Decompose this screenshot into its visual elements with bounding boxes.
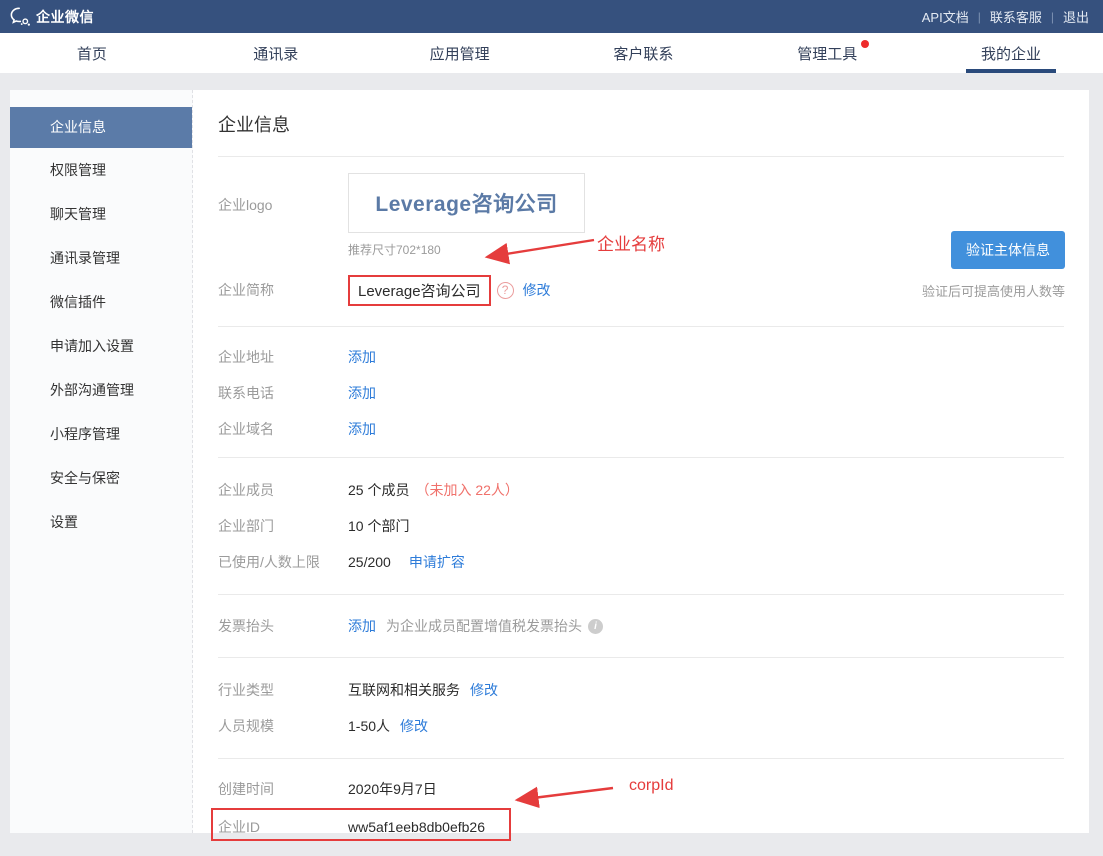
sidebar-item-settings[interactable]: 设置: [10, 500, 192, 544]
corpid-value: ww5af1eeb8db0efb26: [348, 819, 486, 835]
request-expansion-link[interactable]: 申请扩容: [409, 552, 465, 572]
field-label: 已使用/人数上限: [218, 554, 320, 570]
tab-label: 客户联系: [613, 45, 674, 63]
add-address-link[interactable]: 添加: [348, 347, 376, 367]
field-label: 行业类型: [218, 682, 274, 698]
field-label: 联系电话: [218, 385, 274, 401]
tab-label: 通讯录: [253, 45, 299, 63]
sidebar-item-chat-management[interactable]: 聊天管理: [10, 192, 192, 236]
corpid-row: 企业ID ww5af1eeb8db0efb26: [211, 808, 1064, 845]
not-joined-note: （未加入 22人）: [415, 482, 519, 498]
sidebar-item-company-info[interactable]: 企业信息: [10, 107, 192, 148]
section-members: 企业成员 25 个成员 （未加入 22人） 企业部门 10 个部门 已使用/人数…: [218, 458, 1064, 595]
main-panel: 企业信息 验证主体信息 验证后可提高使用人数等 企业logo Leverage咨…: [193, 90, 1089, 841]
field-label: 企业成员: [218, 482, 274, 498]
departments-count: 10 个部门: [348, 518, 410, 534]
add-domain-link[interactable]: 添加: [348, 419, 376, 439]
tab-contacts[interactable]: 通讯录: [184, 33, 368, 73]
field-label: 企业域名: [218, 421, 274, 437]
industry-row: 行业类型 互联网和相关服务 修改: [218, 672, 1064, 708]
sidebar-item-external-communication[interactable]: 外部沟通管理: [10, 368, 192, 412]
edit-shortname-link[interactable]: 修改: [523, 280, 551, 300]
verify-area: 验证主体信息 验证后可提高使用人数等: [922, 231, 1065, 300]
members-row: 企业成员 25 个成员 （未加入 22人）: [218, 472, 1064, 508]
edit-industry-link[interactable]: 修改: [470, 680, 498, 700]
sidebar: 企业信息 权限管理 聊天管理 通讯录管理 微信插件 申请加入设置 外部沟通管理 …: [10, 90, 193, 833]
tab-home[interactable]: 首页: [0, 33, 184, 73]
field-label: 人员规模: [218, 718, 274, 734]
sidebar-item-permissions[interactable]: 权限管理: [10, 148, 192, 192]
edit-scale-link[interactable]: 修改: [400, 716, 428, 736]
capacity-value: 25/200: [348, 554, 391, 570]
industry-value: 互联网和相关服务: [348, 682, 460, 698]
field-label: 创建时间: [218, 781, 274, 797]
sidebar-item-miniprogram[interactable]: 小程序管理: [10, 412, 192, 456]
page-title: 企业信息: [218, 104, 1064, 157]
contact-phone-row: 联系电话 添加: [218, 375, 1064, 411]
tab-label: 应用管理: [429, 45, 490, 63]
add-invoice-link[interactable]: 添加: [348, 616, 376, 636]
field-label: 企业ID: [218, 819, 260, 835]
departments-row: 企业部门 10 个部门: [218, 508, 1064, 544]
tab-label: 首页: [76, 45, 107, 63]
topbar-link-support[interactable]: 联系客服: [990, 7, 1042, 26]
company-address-row: 企业地址 添加: [218, 339, 1064, 375]
brand-label: 企业微信: [36, 8, 94, 25]
main-nav: 首页 通讯录 应用管理 客户联系 管理工具 我的企业: [0, 33, 1103, 73]
tab-admin-tools[interactable]: 管理工具: [735, 33, 919, 73]
logo-size-hint: 推荐尺寸702*180: [348, 243, 441, 257]
company-domain-row: 企业域名 添加: [218, 411, 1064, 447]
tab-label: 我的企业: [981, 45, 1042, 63]
separator: |: [977, 9, 981, 24]
members-count: 25 个成员: [348, 482, 410, 498]
field-label: 发票抬头: [218, 618, 274, 634]
topbar-links: API文档 | 联系客服 | 退出: [922, 7, 1089, 26]
tab-app-management[interactable]: 应用管理: [368, 33, 552, 73]
company-logo[interactable]: Leverage咨询公司: [348, 173, 585, 233]
scale-row: 人员规模 1-50人 修改: [218, 708, 1064, 744]
tab-my-company[interactable]: 我的企业: [919, 33, 1103, 73]
verify-hint: 验证后可提高使用人数等: [921, 284, 1065, 299]
section-invoice: 发票抬头 添加 为企业成员配置增值税发票抬头 i: [218, 595, 1064, 658]
sidebar-item-security[interactable]: 安全与保密: [10, 456, 192, 500]
created-time-row: 创建时间 2020年9月7日: [218, 771, 1064, 807]
tab-label: 管理工具: [797, 45, 858, 63]
info-icon[interactable]: i: [588, 618, 603, 634]
section-profile: 行业类型 互联网和相关服务 修改 人员规模 1-50人 修改: [218, 658, 1064, 759]
sidebar-item-contacts-management[interactable]: 通讯录管理: [10, 236, 192, 280]
topbar-link-logout[interactable]: 退出: [1063, 7, 1089, 26]
annotation-box-company-name: Leverage咨询公司: [348, 274, 491, 306]
scale-value: 1-50人: [348, 718, 391, 734]
red-dot-badge: [861, 40, 870, 48]
topbar-link-api-docs[interactable]: API文档: [922, 7, 969, 26]
section-meta: 创建时间 2020年9月7日 企业ID ww5af1eeb8db0efb26: [211, 759, 1064, 845]
content-card: 企业信息 权限管理 聊天管理 通讯录管理 微信插件 申请加入设置 外部沟通管理 …: [10, 90, 1089, 841]
add-phone-link[interactable]: 添加: [348, 383, 376, 403]
sidebar-item-wechat-plugin[interactable]: 微信插件: [10, 280, 192, 324]
wework-logo-icon: [10, 7, 31, 27]
capacity-row: 已使用/人数上限 25/200 申请扩容: [218, 544, 1064, 580]
field-label: 企业部门: [218, 518, 274, 534]
field-label: 企业简称: [218, 282, 274, 298]
brand: 企业微信: [10, 7, 94, 27]
verify-subject-button[interactable]: 验证主体信息: [951, 231, 1065, 269]
tab-customer-contact[interactable]: 客户联系: [551, 33, 735, 73]
created-time-value: 2020年9月7日: [348, 781, 437, 797]
field-label: 企业logo: [218, 197, 273, 213]
help-icon[interactable]: ?: [496, 281, 514, 299]
field-label: 企业地址: [218, 349, 274, 365]
section-contact: 企业地址 添加 联系电话 添加 企业域名 添加: [218, 327, 1064, 458]
sidebar-item-join-settings[interactable]: 申请加入设置: [10, 324, 192, 368]
topbar: 企业微信 API文档 | 联系客服 | 退出: [0, 0, 1103, 33]
invoice-desc: 为企业成员配置增值税发票抬头: [386, 618, 582, 634]
separator: |: [1050, 9, 1054, 24]
invoice-row: 发票抬头 添加 为企业成员配置增值税发票抬头 i: [218, 608, 1064, 644]
